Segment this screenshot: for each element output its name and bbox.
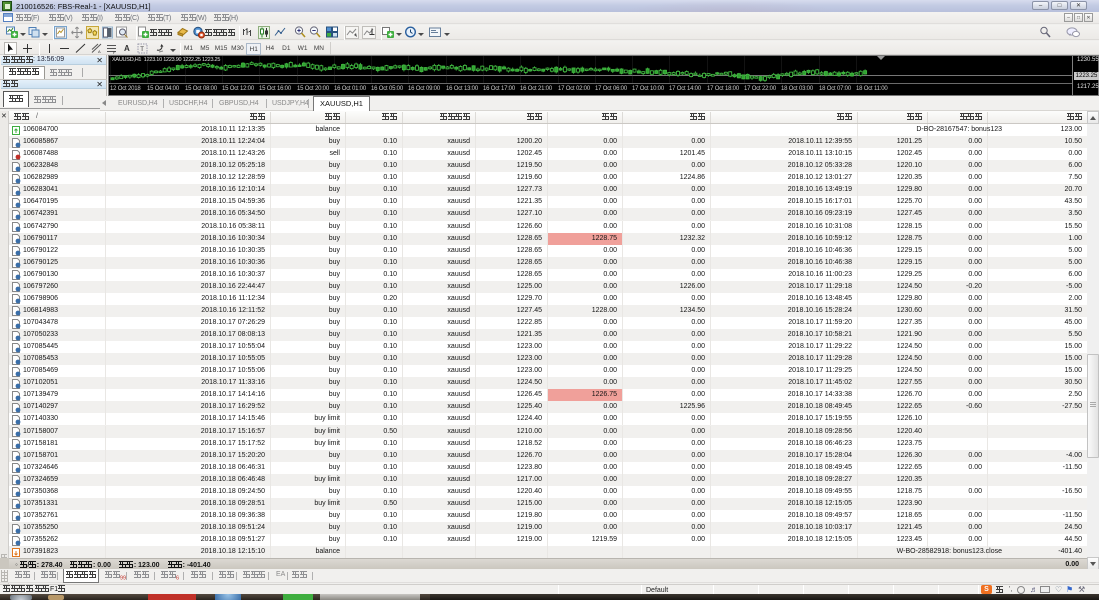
svg-text:A: A: [98, 49, 101, 54]
svg-text:T: T: [140, 47, 144, 53]
